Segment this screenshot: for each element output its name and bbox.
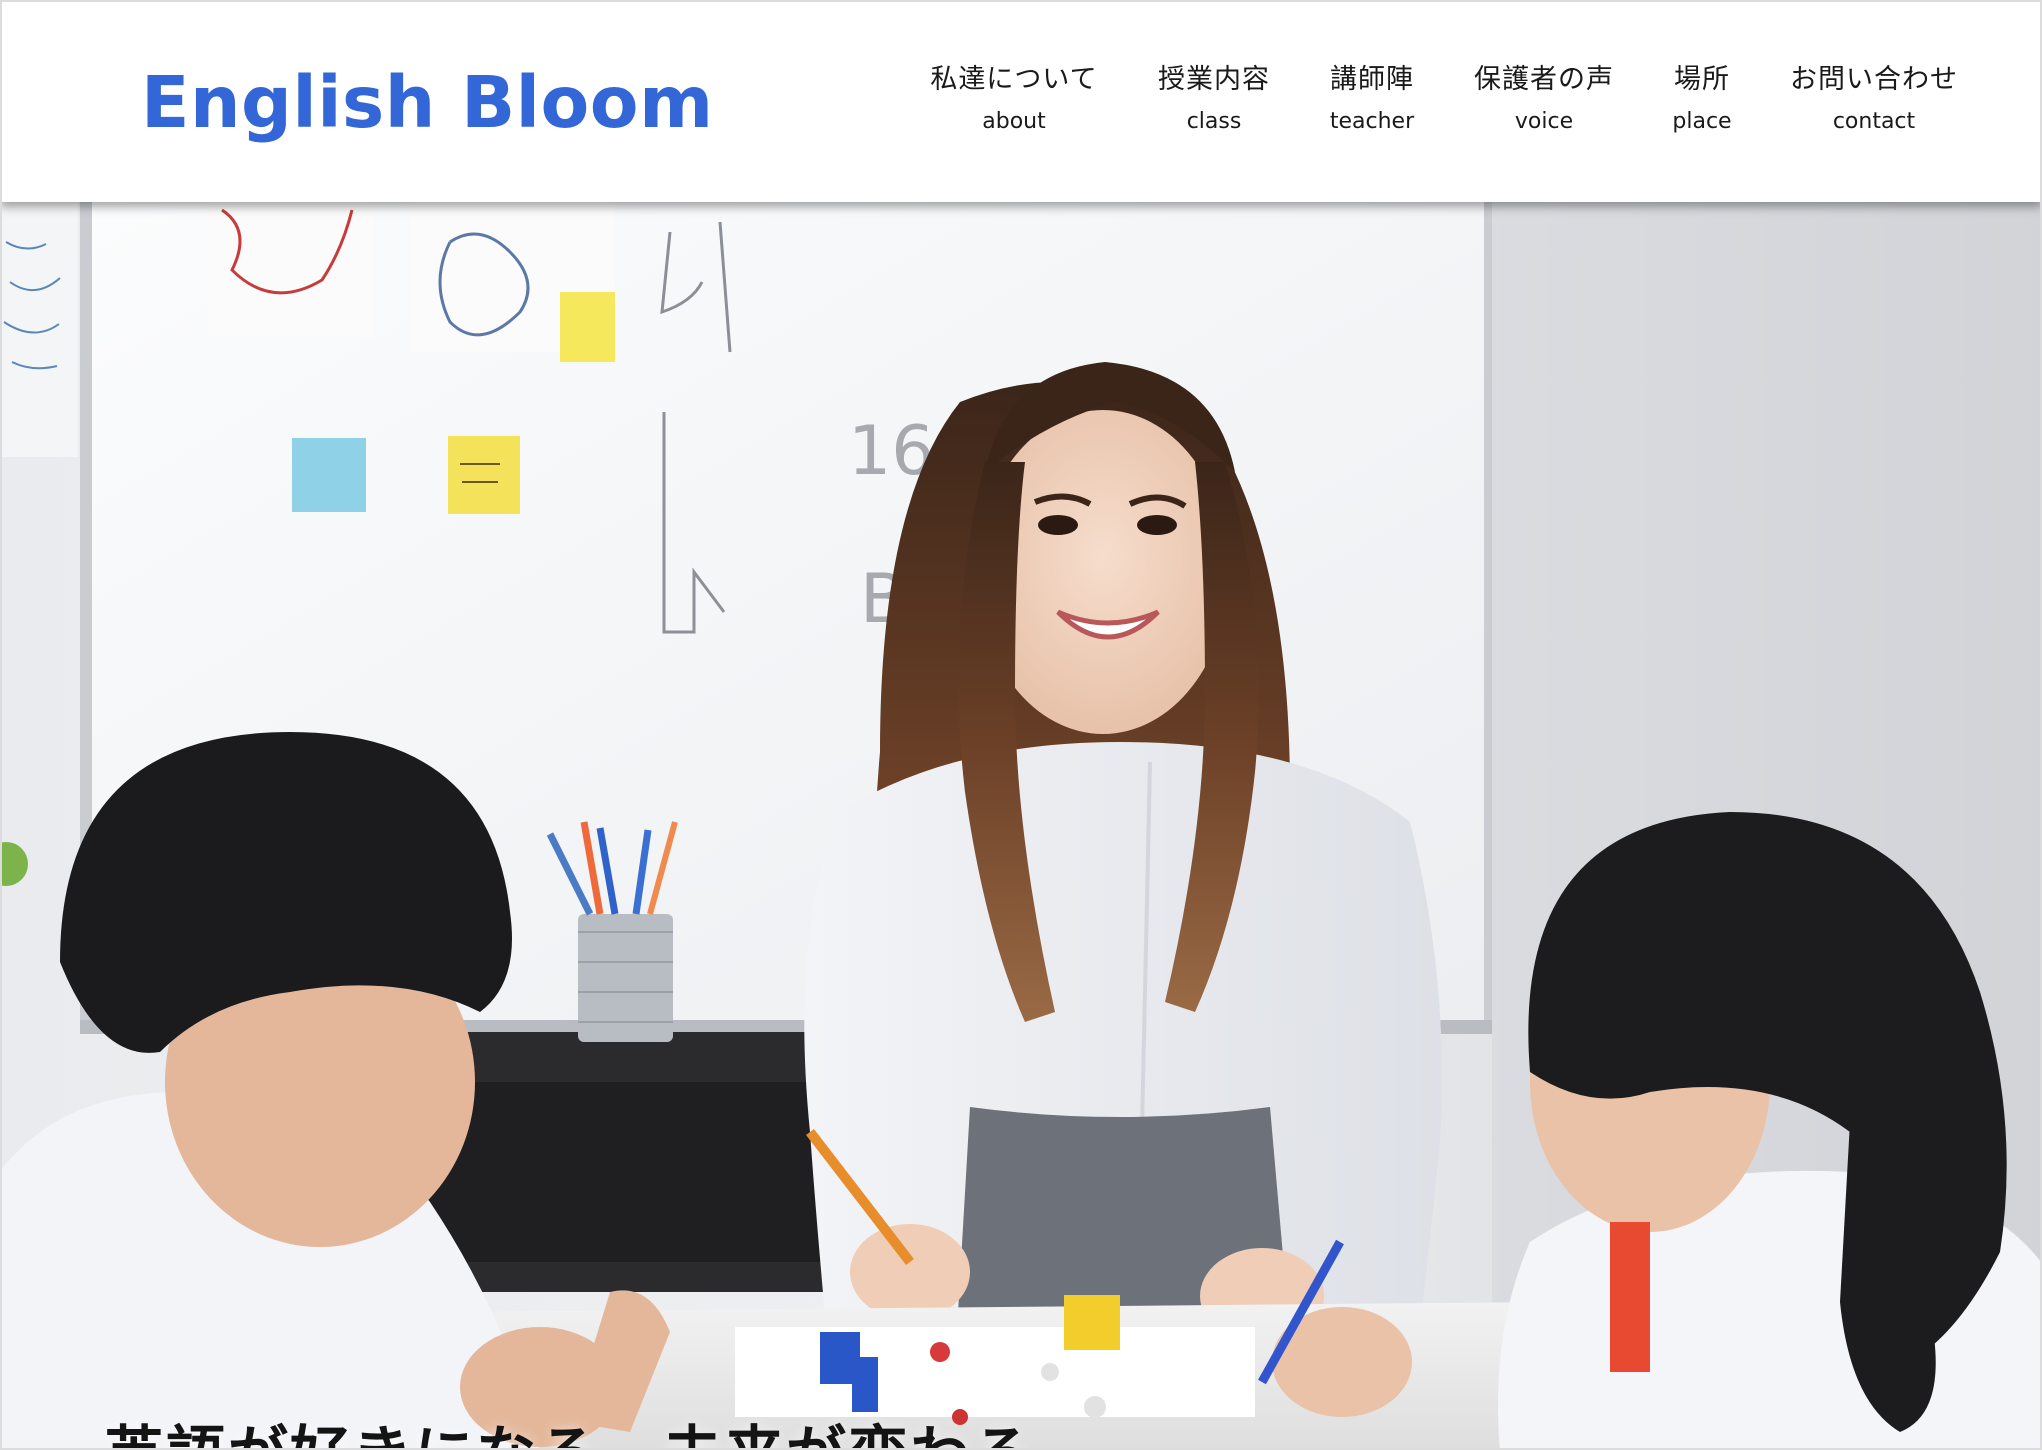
nav-item-about[interactable]: 私達について about bbox=[930, 60, 1097, 137]
nav-item-place[interactable]: 場所 place bbox=[1672, 60, 1731, 137]
nav-item-teacher[interactable]: 講師陣 teacher bbox=[1330, 60, 1414, 137]
nav-item-contact[interactable]: お問い合わせ contact bbox=[1790, 60, 1958, 137]
nav-item-class[interactable]: 授業内容 class bbox=[1158, 60, 1270, 137]
nav-label-en: contact bbox=[1832, 109, 1916, 134]
nav-label-jp: 講師陣 bbox=[1329, 64, 1414, 95]
nav-label-jp: お問い合わせ bbox=[1790, 64, 1958, 95]
nav-label-en: voice bbox=[1514, 109, 1574, 134]
nav-label-jp: 授業内容 bbox=[1158, 64, 1270, 95]
nav-label-jp: 保護者の声 bbox=[1474, 64, 1614, 95]
nav-label-en: teacher bbox=[1329, 109, 1415, 134]
main-nav: 私達について about 授業内容 class 講師陣 teacher 保護者の… bbox=[0, 60, 2042, 150]
hero-tagline: 英語が好きになる、未来が変わる bbox=[104, 1415, 1034, 1450]
nav-label-jp: 場所 bbox=[1673, 64, 1730, 95]
hero-photo: 16ext B- bbox=[0, 202, 2042, 1450]
nav-label-en: about bbox=[982, 109, 1046, 134]
nav-item-voice[interactable]: 保護者の声 voice bbox=[1474, 60, 1614, 137]
site-header: English Bloom 私達について about 授業内容 class 講師… bbox=[0, 0, 2042, 202]
hero-section: 16ext B- bbox=[0, 202, 2042, 1450]
nav-label-jp: 私達について bbox=[930, 64, 1098, 95]
nav-label-en: place bbox=[1672, 109, 1732, 134]
nav-label-en: class bbox=[1186, 109, 1242, 134]
